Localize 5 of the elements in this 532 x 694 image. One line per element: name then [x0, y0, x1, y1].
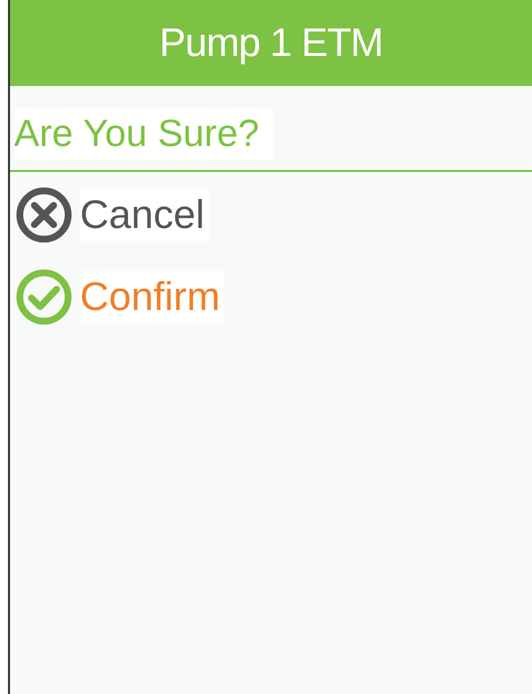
prompt-text: Are You Sure?	[14, 108, 274, 160]
screen-title: Pump 1 ETM	[159, 23, 383, 63]
check-icon	[14, 268, 74, 326]
cancel-icon	[14, 186, 74, 244]
option-button[interactable]: Cancel	[80, 189, 209, 241]
